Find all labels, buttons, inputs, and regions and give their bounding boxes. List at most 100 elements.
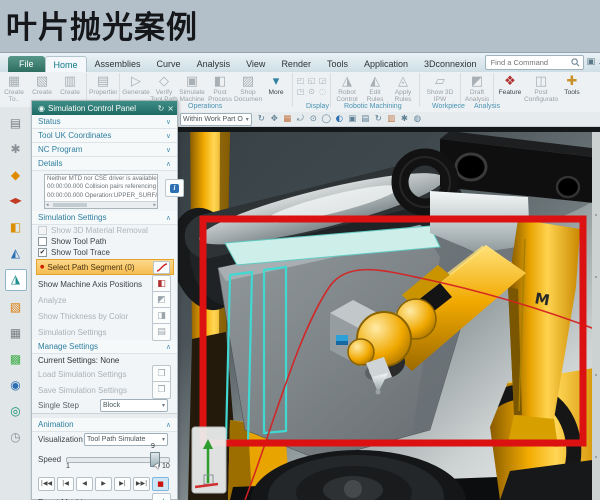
checkbox-checked-icon[interactable]: ✔ [38,248,47,257]
graphics-viewport[interactable]: M [178,127,600,500]
close-icon[interactable]: × [167,104,174,113]
scrollbar-thumb[interactable] [53,203,87,207]
globe-icon[interactable]: ◍ [411,113,424,126]
robot-control-button[interactable]: ◮ Robot Control [333,72,361,104]
tab-curve[interactable]: Curve [149,56,189,72]
checkbox-show-tool-path[interactable]: Show Tool Path [32,236,177,247]
step-back-block-button[interactable]: |◀ [57,477,74,491]
display-mini-icon[interactable]: ◲ [317,75,328,86]
rotate-view-icon[interactable]: ⤾ [294,113,307,126]
section-animation[interactable]: Animation ∧ [32,418,177,432]
section-manage-settings[interactable]: Manage Settings ∧ [32,340,177,354]
edit-rules-button[interactable]: ◭ Edit Rules [361,72,389,104]
display-mini-icon[interactable]: ◳ [295,86,306,97]
orbit-icon[interactable]: ◯ [320,113,333,126]
simulation-settings-row[interactable]: Simulation Settings ▤ [32,324,177,340]
find-command-box[interactable] [485,55,584,70]
refresh-icon[interactable]: ↻ [255,113,268,126]
tab-render[interactable]: Render [273,56,319,72]
analyze-row[interactable]: Analyze ◩ [32,292,177,308]
file-tab[interactable]: File [8,56,45,72]
kinematics-icon[interactable]: ◭ [6,243,26,263]
display-mini-icon[interactable]: ◱ [306,75,317,86]
shaded-view-icon[interactable]: ◐ [333,113,346,126]
tool-library-icon[interactable]: ▧ [6,297,26,317]
zoom-icon[interactable]: ⊙ [307,113,320,126]
apply-rules-button[interactable]: ◬ Apply Rules [389,72,417,104]
robot-teach-icon[interactable]: ◆ [6,165,26,185]
collision-icon[interactable]: ◀▶ [6,191,26,211]
more-button[interactable]: ▾ More [262,72,290,104]
single-step-dropdown[interactable]: Block ▾ [100,399,168,412]
display-mini-icon[interactable]: ◌ [317,86,328,97]
post-process-button[interactable]: ◧ Post Process [206,72,234,104]
reset-machine-button[interactable]: ↵ [152,493,171,500]
show-thickness-by-color-row[interactable]: Show Thickness by Color ◨ [32,308,177,324]
details-log[interactable]: Neither MTD nor CSE driver is available,… [44,174,158,209]
horizontal-scrollbar[interactable]: ◂ ▸ [45,201,157,208]
create-tool-button[interactable]: ▦ Create To.. [0,72,28,104]
reset-machine-row[interactable]: Reset Machine ↵ [32,493,177,500]
visualization-dropdown[interactable]: Tool Path Simulate ▾ [84,433,168,446]
select-path-segment-row[interactable]: ● Select Path Segment (0) [36,259,174,275]
play-forward-button[interactable]: ▶ [95,477,112,491]
step-forward-button[interactable]: ▶| [114,477,131,491]
go-to-start-button[interactable]: |◀◀ [38,477,55,491]
snap-icon[interactable]: ✱ [398,113,411,126]
display-mini-icon[interactable]: ◰ [295,75,306,86]
tools-button[interactable]: ✚ Tools [558,72,586,104]
find-command-input[interactable] [489,57,571,68]
path-segment-button[interactable] [153,261,170,274]
save-settings-button[interactable]: ❐ [152,381,171,399]
machine-axes-icon[interactable]: ◧ [6,217,26,237]
section-nc-program[interactable]: NC Program ∨ [32,143,177,157]
display-group-icons[interactable]: ◰ ◱ ◲ ◳ ⊙ ◌ [295,72,328,97]
view-style-icon[interactable]: ▦ [281,113,294,126]
load-simulation-settings-row[interactable]: Load Simulation Settings ❒ [32,366,177,382]
display-mini-icon[interactable]: ⊙ [306,86,317,97]
section-tool-uk-coordinates[interactable]: Tool UK Coordinates ∨ [32,129,177,143]
tab-view[interactable]: View [238,56,273,72]
layout-icon[interactable]: ▤ [359,113,372,126]
section-status[interactable]: Status ∨ [32,115,177,129]
tab-application[interactable]: Application [356,56,416,72]
simulate-machine-button[interactable]: ▣ Simulate Machine [178,72,206,104]
checkbox-icon[interactable] [38,226,47,235]
panel-header[interactable]: ◉ Simulation Control Panel ↻ × [32,101,177,115]
material-removal-icon[interactable]: ▩ [6,349,26,369]
scroll-left-icon[interactable]: ◂ [46,202,49,208]
feature-button[interactable]: ❖ Feature [496,72,524,104]
environment-icon[interactable]: ◎ [6,401,26,421]
checkbox-show-tool-trace[interactable]: ✔ Show Tool Trace [32,247,177,258]
stop-button[interactable]: ■ [152,477,169,491]
shop-documentation-button[interactable]: ▨ Shop Documentation [234,72,262,104]
tab-home[interactable]: Home [45,56,87,73]
section-simulation-settings[interactable]: Simulation Settings ∧ [32,211,177,225]
clock-icon[interactable]: ◷ [6,427,26,447]
pan-icon[interactable]: ✥ [268,113,281,126]
tab-analysis[interactable]: Analysis [189,56,239,72]
save-simulation-settings-row[interactable]: Save Simulation Settings ❐ [32,382,177,398]
checkbox-icon[interactable] [38,237,47,246]
section-details[interactable]: Details ∧ [32,157,177,171]
checkbox-show-3d-material-removal[interactable]: Show 3D Material Removal [32,225,177,236]
update-icon[interactable]: ↻ [372,113,385,126]
show-machine-axis-positions-row[interactable]: Show Machine Axis Positions ◧ [32,276,177,292]
gear-icon[interactable]: ✱ [6,139,26,159]
draft-analysis-button[interactable]: ◩ Draft Analysis [463,72,491,104]
tab-tools[interactable]: Tools [319,56,356,72]
go-to-end-button[interactable]: ▶▶| [133,477,150,491]
grid-icon[interactable]: ▥ [385,113,398,126]
scroll-right-icon[interactable]: ▸ [153,202,156,208]
selection-scope-dropdown[interactable]: Within Work Part O ▾ [180,113,252,126]
simulation-settings-button[interactable]: ▤ [152,323,171,341]
step-back-button[interactable]: ◀ [76,477,93,491]
screenshot-icon[interactable]: ▣ [587,56,596,69]
information-icon[interactable]: ◉ [6,375,26,395]
tab-assemblies[interactable]: Assemblies [87,56,149,72]
simulation-panel-icon[interactable]: ◮ [5,269,27,291]
refresh-icon[interactable]: ↻ [158,104,165,113]
post-configurator-button[interactable]: ◫ Post Configurator [524,72,558,104]
window-icon[interactable]: ▣ [346,113,359,126]
navigator-icon[interactable]: ▤ [6,113,26,133]
